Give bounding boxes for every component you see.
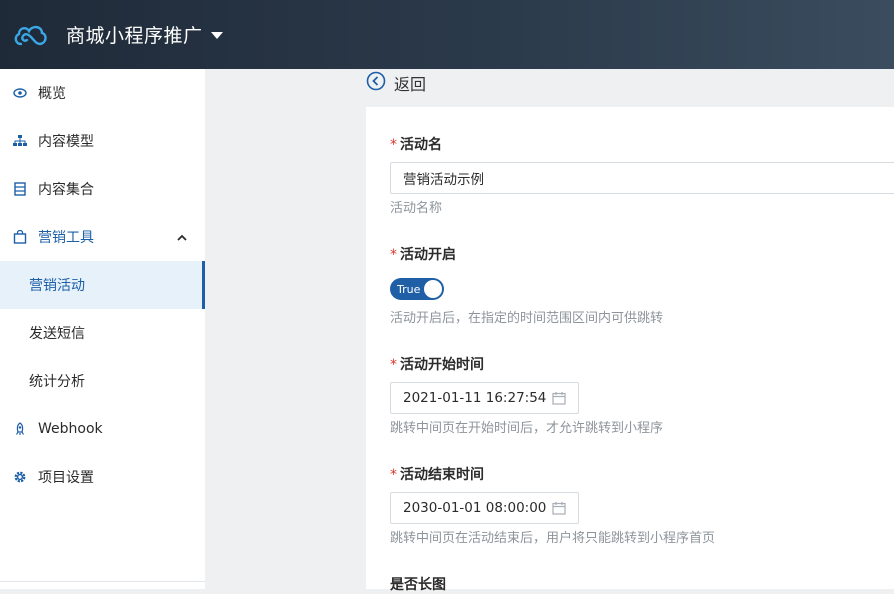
start-time-label: * 活动开始时间 — [390, 357, 484, 373]
sidebar-item-label: 发送短信 — [29, 326, 85, 342]
activity-enabled-toggle[interactable]: True — [390, 278, 444, 300]
gear-icon — [12, 469, 28, 485]
start-time-picker[interactable]: 2021-01-11 16:27:54 — [390, 382, 579, 414]
sidebar-item-label: Webhook — [38, 421, 103, 437]
sidebar-item-overview[interactable]: 概览 — [0, 69, 205, 117]
end-time-help: 跳转中间页在活动结束后，用户将只能跳转到小程序首页 — [390, 531, 716, 546]
required-asterisk: * — [390, 137, 397, 153]
sidebar-item-label: 内容模型 — [38, 134, 94, 150]
start-time-value: 2021-01-11 16:27:54 — [403, 390, 547, 406]
toggle-text: True — [397, 282, 421, 296]
start-time-help: 跳转中间页在开始时间后，才允许跳转到小程序 — [390, 421, 664, 436]
sitemap-icon — [12, 133, 28, 149]
back-link[interactable]: 返回 — [366, 71, 426, 95]
chevron-up-icon[interactable] — [177, 230, 187, 246]
activity-enabled-help: 活动开启后，在指定的时间范围区间内可供跳转 — [390, 311, 664, 326]
eye-icon — [12, 85, 28, 101]
end-time-label: * 活动结束时间 — [390, 467, 484, 483]
activity-name-input[interactable] — [390, 162, 894, 194]
end-time-value: 2030-01-01 08:00:00 — [403, 500, 547, 516]
sidebar-item-send-sms[interactable]: 发送短信 — [0, 309, 205, 357]
sidebar-item-webhook[interactable]: Webhook — [0, 405, 205, 453]
sidebar-item-label: 营销工具 — [38, 230, 94, 246]
back-arrow-icon[interactable] — [366, 71, 386, 95]
sidebar-item-marketing-activity[interactable]: 营销活动 — [0, 261, 205, 309]
sidebar: 概览 内容模型 内容集合 营销工具 营销活动 发送短信 统计分析 Webhook — [0, 69, 205, 589]
top-header: 商城小程序推广 — [0, 0, 894, 69]
calendar-icon[interactable] — [552, 501, 566, 519]
back-label[interactable]: 返回 — [394, 71, 426, 95]
required-asterisk: * — [390, 357, 397, 373]
sidebar-item-label: 营销活动 — [29, 278, 85, 294]
database-icon — [12, 181, 28, 197]
shopping-bag-icon — [12, 229, 28, 245]
sidebar-item-label: 项目设置 — [38, 470, 94, 486]
sidebar-item-label: 概览 — [38, 86, 66, 102]
sidebar-item-statistics[interactable]: 统计分析 — [0, 357, 205, 405]
form-panel: *活动名 活动名称 *活动开启 True 活动开启后，在指定的时间范围区间内可供… — [366, 107, 894, 593]
cloud-logo-icon[interactable] — [12, 21, 48, 49]
long-image-label: 是否长图 — [390, 577, 446, 593]
end-time-picker[interactable]: 2030-01-01 08:00:00 — [390, 492, 579, 524]
activity-name-label: * 活动名 — [390, 137, 442, 153]
sidebar-item-label: 内容集合 — [38, 182, 94, 198]
rocket-icon — [12, 421, 28, 437]
sidebar-item-label: 统计分析 — [29, 374, 85, 390]
sidebar-item-marketing-tools[interactable]: 营销工具 — [0, 213, 205, 261]
calendar-icon[interactable] — [552, 391, 566, 409]
app-title[interactable]: 商城小程序推广 — [66, 21, 203, 48]
sidebar-item-project-settings[interactable]: 项目设置 — [0, 453, 205, 501]
activity-name-help: 活动名称 — [390, 201, 443, 216]
required-asterisk: * — [390, 467, 397, 483]
toggle-knob — [424, 280, 442, 298]
sidebar-footer-divider — [0, 581, 205, 589]
sidebar-item-content-collection[interactable]: 内容集合 — [0, 165, 205, 213]
sidebar-item-content-model[interactable]: 内容模型 — [0, 117, 205, 165]
chevron-down-icon[interactable] — [210, 32, 223, 39]
required-asterisk: * — [390, 247, 397, 263]
activity-enabled-label: * 活动开启 — [390, 247, 456, 263]
